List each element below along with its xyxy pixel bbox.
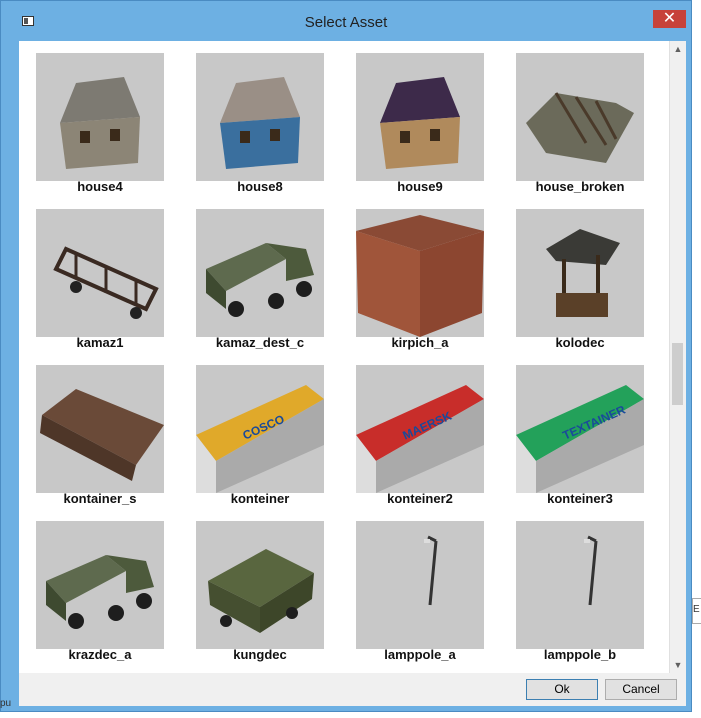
- tank-container-icon: [36, 365, 164, 498]
- asset-tile-krazdec_a[interactable]: krazdec_a: [36, 521, 164, 662]
- truck-icon: [196, 209, 324, 342]
- asset-label: krazdec_a: [68, 647, 132, 662]
- asset-label: lamppole_b: [543, 647, 617, 662]
- asset-grid: house4 house8 house9 house_broken kamaz1 kama…: [36, 53, 644, 662]
- asset-label: lamppole_a: [384, 647, 456, 662]
- asset-tile-kamaz1[interactable]: kamaz1: [36, 209, 164, 350]
- titlebar[interactable]: Select Asset ✕: [1, 1, 691, 41]
- select-asset-window: Select Asset ✕ house4 house8 house9 house_b…: [0, 0, 692, 712]
- asset-label: kolodec: [555, 335, 605, 350]
- asset-label: kirpich_a: [391, 335, 449, 350]
- asset-label: kontainer_s: [63, 491, 137, 506]
- scroll-up-arrow-icon[interactable]: ▲: [670, 41, 686, 57]
- asset-tile-house4[interactable]: house4: [36, 53, 164, 194]
- dialog-client: house4 house8 house9 house_broken kamaz1 kama…: [19, 41, 686, 706]
- asset-label: house8: [237, 179, 283, 194]
- asset-tile-kolodec[interactable]: kolodec: [516, 209, 644, 350]
- truck-body-icon: [196, 521, 324, 654]
- asset-tile-kontainer_s[interactable]: kontainer_s: [36, 365, 164, 506]
- asset-tile-kamaz_dest_c[interactable]: kamaz_dest_c: [196, 209, 324, 350]
- house-icon: [36, 53, 164, 186]
- asset-label: konteiner2: [387, 491, 453, 506]
- truck-frame-icon: [36, 209, 164, 342]
- cancel-button[interactable]: Cancel: [605, 679, 677, 700]
- ok-button[interactable]: Ok: [526, 679, 598, 700]
- asset-label: house9: [397, 179, 443, 194]
- shipping-container-icon: TEXTAINER: [516, 365, 644, 498]
- well-icon: [516, 209, 644, 342]
- asset-tile-lamppole_a[interactable]: lamppole_a: [356, 521, 484, 662]
- asset-label: house4: [77, 179, 123, 194]
- asset-label: konteiner3: [547, 491, 613, 506]
- asset-tile-konteiner[interactable]: COSCO konteiner: [196, 365, 324, 506]
- brick-cube-icon: [356, 209, 484, 342]
- asset-list[interactable]: house4 house8 house9 house_broken kamaz1 kama…: [19, 41, 669, 673]
- asset-label: kamaz1: [76, 335, 124, 350]
- asset-tile-house_broken[interactable]: house_broken: [516, 53, 644, 194]
- lamppole-icon: [516, 521, 644, 654]
- house-icon: [356, 53, 484, 186]
- asset-tile-konteiner3[interactable]: TEXTAINER konteiner3: [516, 365, 644, 506]
- window-title: Select Asset: [304, 14, 388, 31]
- truck-icon: [36, 521, 164, 654]
- lamppole-icon: [356, 521, 484, 654]
- vertical-scrollbar[interactable]: ▲ ▼: [669, 41, 686, 673]
- shipping-container-icon: MAERSK: [356, 365, 484, 498]
- house-icon: [196, 53, 324, 186]
- asset-label: kamaz_dest_c: [215, 335, 305, 350]
- scrollbar-thumb[interactable]: [672, 343, 683, 405]
- background-window-edge: E: [692, 598, 701, 624]
- scroll-down-arrow-icon[interactable]: ▼: [670, 657, 686, 673]
- asset-label: house_broken: [535, 179, 625, 194]
- asset-tile-house9[interactable]: house9: [356, 53, 484, 194]
- background-window-text: pu: [0, 698, 12, 709]
- ruined-house-icon: [516, 53, 644, 186]
- close-button[interactable]: ✕: [653, 10, 686, 28]
- asset-tile-kirpich_a[interactable]: kirpich_a: [356, 209, 484, 350]
- shipping-container-icon: COSCO: [196, 365, 324, 498]
- asset-tile-house8[interactable]: house8: [196, 53, 324, 194]
- asset-tile-lamppole_b[interactable]: lamppole_b: [516, 521, 644, 662]
- asset-label: konteiner: [230, 491, 290, 506]
- asset-tile-kungdec[interactable]: kungdec: [196, 521, 324, 662]
- asset-tile-konteiner2[interactable]: MAERSK konteiner2: [356, 365, 484, 506]
- asset-label: kungdec: [233, 647, 287, 662]
